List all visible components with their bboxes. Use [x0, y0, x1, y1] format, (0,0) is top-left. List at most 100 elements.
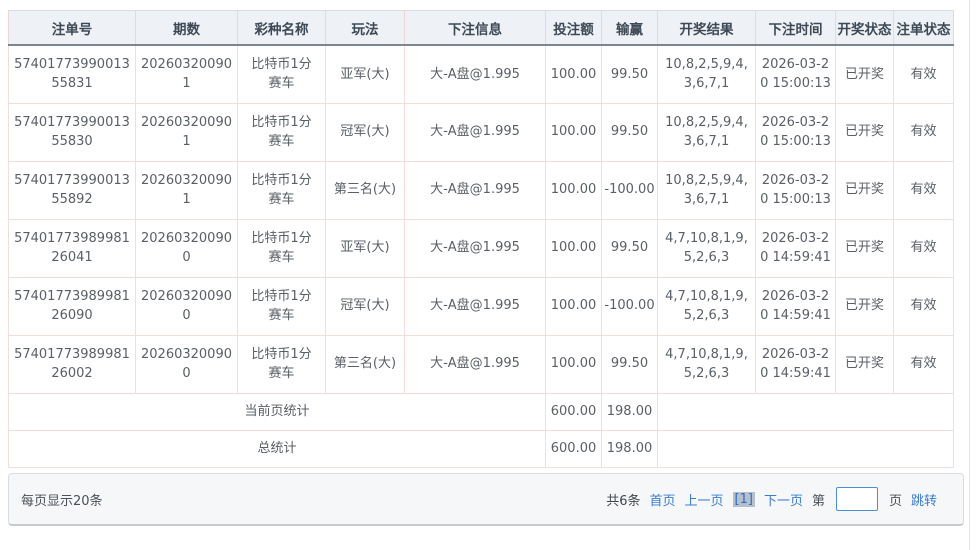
table-header: 注单号 期数 彩种名称 玩法 下注信息 投注额 输赢 开奖结果 下注时间 开奖状…: [9, 11, 954, 46]
col-header-winloss: 输赢: [602, 11, 658, 46]
cell-order-no: 5740177398998126041: [9, 219, 136, 277]
cell-period: 202603200901: [136, 161, 238, 219]
cell-result: 4,7,10,8,1,9,5,2,6,3: [658, 335, 756, 393]
cell-period: 202603200901: [136, 103, 238, 161]
cell-period: 202603200900: [136, 335, 238, 393]
cell-result: 10,8,2,5,9,4,3,6,7,1: [658, 103, 756, 161]
cell-amount: 100.00: [546, 103, 602, 161]
table-row: 5740177399001355831 202603200901 比特币1分赛车…: [9, 45, 954, 103]
cell-order-status: 有效: [894, 277, 954, 335]
cell-period: 202603200900: [136, 277, 238, 335]
bet-records-table: 注单号 期数 彩种名称 玩法 下注信息 投注额 输赢 开奖结果 下注时间 开奖状…: [8, 10, 954, 468]
col-header-order-status: 注单状态: [894, 11, 954, 46]
cell-winloss: 99.50: [602, 103, 658, 161]
summary-winloss: 198.00: [602, 430, 658, 467]
summary-empty: [658, 430, 954, 467]
col-header-lottery: 彩种名称: [238, 11, 326, 46]
cell-winloss: 99.50: [602, 45, 658, 103]
cell-order-status: 有效: [894, 103, 954, 161]
cell-bet-info: 大-A盘@1.995: [405, 277, 546, 335]
cell-time: 2026-03-20 14:59:41: [756, 335, 836, 393]
cell-order-no: 5740177399001355892: [9, 161, 136, 219]
page-jump-input[interactable]: [836, 487, 878, 511]
cell-bet-info: 大-A盘@1.995: [405, 335, 546, 393]
cell-order-status: 有效: [894, 335, 954, 393]
cell-draw-status: 已开奖: [836, 161, 894, 219]
cell-play: 冠军(大): [326, 103, 405, 161]
cell-lottery: 比特币1分赛车: [238, 277, 326, 335]
cell-order-no: 5740177399001355831: [9, 45, 136, 103]
cell-result: 10,8,2,5,9,4,3,6,7,1: [658, 161, 756, 219]
bet-records-table-wrap: 注单号 期数 彩种名称 玩法 下注信息 投注额 输赢 开奖结果 下注时间 开奖状…: [8, 10, 954, 468]
cell-draw-status: 已开奖: [836, 277, 894, 335]
prev-page-link[interactable]: 上一页: [685, 490, 724, 509]
cell-period: 202603200901: [136, 45, 238, 103]
cell-draw-status: 已开奖: [836, 45, 894, 103]
first-page-link[interactable]: 首页: [649, 490, 675, 509]
cell-play: 冠军(大): [326, 277, 405, 335]
summary-label: 总统计: [9, 430, 546, 467]
cell-period: 202603200900: [136, 219, 238, 277]
col-header-period: 期数: [136, 11, 238, 46]
cell-amount: 100.00: [546, 219, 602, 277]
cell-time: 2026-03-20 14:59:41: [756, 277, 836, 335]
cell-bet-info: 大-A盘@1.995: [405, 219, 546, 277]
cell-time: 2026-03-20 15:00:13: [756, 161, 836, 219]
summary-row-total: 总统计 600.00 198.00: [9, 430, 954, 467]
jump-prefix-label: 第: [812, 490, 825, 509]
summary-empty: [658, 393, 954, 430]
summary-amount: 600.00: [546, 430, 602, 467]
cell-order-status: 有效: [894, 219, 954, 277]
table-row: 5740177398998126002 202603200900 比特币1分赛车…: [9, 335, 954, 393]
total-count-label: 共6条: [606, 490, 640, 509]
cell-time: 2026-03-20 15:00:13: [756, 103, 836, 161]
cell-bet-info: 大-A盘@1.995: [405, 103, 546, 161]
jump-button[interactable]: 跳转: [911, 490, 937, 509]
header-row: 注单号 期数 彩种名称 玩法 下注信息 投注额 输赢 开奖结果 下注时间 开奖状…: [9, 11, 954, 46]
cell-time: 2026-03-20 15:00:13: [756, 45, 836, 103]
table-row: 5740177399001355830 202603200901 比特币1分赛车…: [9, 103, 954, 161]
cell-lottery: 比特币1分赛车: [238, 103, 326, 161]
col-header-order-no: 注单号: [9, 11, 136, 46]
cell-order-no: 5740177399001355830: [9, 103, 136, 161]
footer-bar: 每页显示20条 共6条 首页 上一页 [1] 下一页 第 页 跳转: [8, 473, 964, 526]
cell-lottery: 比特币1分赛车: [238, 45, 326, 103]
cell-draw-status: 已开奖: [836, 219, 894, 277]
cell-play: 第三名(大): [326, 161, 405, 219]
col-header-bet-info: 下注信息: [405, 11, 546, 46]
current-page-indicator[interactable]: [1]: [733, 492, 755, 507]
cell-order-status: 有效: [894, 161, 954, 219]
col-header-time: 下注时间: [756, 11, 836, 46]
cell-winloss: 99.50: [602, 219, 658, 277]
cell-amount: 100.00: [546, 45, 602, 103]
summary-row-current-page: 当前页统计 600.00 198.00: [9, 393, 954, 430]
cell-result: 10,8,2,5,9,4,3,6,7,1: [658, 45, 756, 103]
summary-label: 当前页统计: [9, 393, 546, 430]
cell-lottery: 比特币1分赛车: [238, 335, 326, 393]
cell-order-no: 5740177398998126002: [9, 335, 136, 393]
cell-play: 第三名(大): [326, 335, 405, 393]
col-header-play: 玩法: [326, 11, 405, 46]
cell-order-no: 5740177398998126090: [9, 277, 136, 335]
window-edge-divider: [969, 0, 970, 550]
table-row: 5740177398998126041 202603200900 比特币1分赛车…: [9, 219, 954, 277]
col-header-result: 开奖结果: [658, 11, 756, 46]
cell-winloss: -100.00: [602, 277, 658, 335]
jump-suffix-label: 页: [889, 490, 902, 509]
summary-winloss: 198.00: [602, 393, 658, 430]
cell-bet-info: 大-A盘@1.995: [405, 161, 546, 219]
next-page-link[interactable]: 下一页: [764, 490, 803, 509]
table-row: 5740177399001355892 202603200901 比特币1分赛车…: [9, 161, 954, 219]
cell-play: 亚军(大): [326, 45, 405, 103]
cell-order-status: 有效: [894, 45, 954, 103]
cell-draw-status: 已开奖: [836, 335, 894, 393]
cell-amount: 100.00: [546, 161, 602, 219]
summary-amount: 600.00: [546, 393, 602, 430]
cell-result: 4,7,10,8,1,9,5,2,6,3: [658, 277, 756, 335]
per-page-label: 每页显示20条: [21, 490, 103, 509]
cell-play: 亚军(大): [326, 219, 405, 277]
table-body: 5740177399001355831 202603200901 比特币1分赛车…: [9, 45, 954, 393]
col-header-amount: 投注额: [546, 11, 602, 46]
cell-winloss: 99.50: [602, 335, 658, 393]
table-row: 5740177398998126090 202603200900 比特币1分赛车…: [9, 277, 954, 335]
